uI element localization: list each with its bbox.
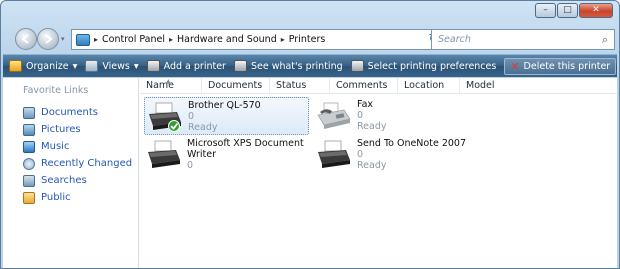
sidebar-item-label: Searches (41, 175, 87, 186)
chevron-down-icon: ▾ (72, 60, 78, 72)
sidebar-item-label: Music (41, 141, 70, 152)
fax-icon (317, 102, 351, 129)
printer-tile-microsoft-xps[interactable]: Microsoft XPS Document Writer 0 (144, 136, 309, 174)
sidebar-item-label: Pictures (41, 124, 81, 135)
see-printing-button[interactable]: See what's printing (233, 60, 343, 72)
printer-tile-send-to-onenote[interactable]: Send To OneNote 2007 0 Ready (314, 136, 479, 174)
favorite-links-title: Favorite Links (23, 85, 89, 96)
sidebar-item-music[interactable]: Music (23, 138, 132, 155)
delete-icon: ✕ (510, 59, 520, 73)
sidebar-item-label: Public (41, 192, 71, 203)
breadcrumb-control-panel[interactable]: Control Panel (102, 34, 165, 45)
search-placeholder: Search (438, 34, 471, 45)
printer-tile-text: Send To OneNote 2007 0 Ready (357, 138, 466, 171)
add-printer-button[interactable]: Add a printer (146, 60, 226, 72)
sidebar-item-recently-changed[interactable]: Recently Changed (23, 155, 132, 172)
printer-status: Ready (188, 122, 218, 133)
search-input[interactable]: Search ⌕ (431, 29, 615, 50)
printer-name: Microsoft XPS Document (187, 138, 304, 149)
organize-button[interactable]: Organize ▾ (9, 60, 77, 72)
documents-folder-icon (23, 106, 35, 119)
printer-name: Brother QL-570 (188, 100, 261, 111)
add-printer-icon (146, 60, 160, 72)
printer-icon (148, 140, 180, 168)
printer-name: Send To OneNote 2007 (357, 138, 466, 149)
printer-status: Ready (357, 160, 387, 171)
favorite-links-list: Documents Pictures Music Recently Change… (23, 104, 132, 206)
views-label: Views (102, 60, 130, 72)
content-area: Favorite Links Documents Pictures Music … (3, 78, 617, 268)
delete-printer-button[interactable]: ✕ Delete this printer (504, 57, 617, 75)
column-headers: ▲ Name Documents Status Comments Locatio… (140, 78, 617, 94)
command-toolbar: Organize ▾ Views ▾ Add a printer See wha… (3, 54, 617, 77)
printer-tile-fax[interactable]: Fax 0 Ready (314, 97, 479, 135)
breadcrumb-printers[interactable]: Printers (289, 34, 326, 45)
views-button[interactable]: Views ▾ (85, 60, 139, 72)
searches-folder-icon (23, 174, 35, 187)
printer-status: Ready (357, 121, 387, 132)
recently-changed-icon (23, 157, 35, 170)
printer-documents: 0 (357, 110, 364, 121)
breadcrumb-separator[interactable]: ▸ (281, 35, 285, 44)
printer-name-continued: Writer (187, 149, 216, 160)
control-panel-icon (76, 33, 90, 46)
maximize-button[interactable]: □ (557, 3, 578, 18)
navigation-bar: ▾ ▸ Control Panel ▸ Hardware and Sound ▸… (15, 28, 615, 52)
printer-tile-text: Fax 0 Ready (357, 99, 387, 132)
address-bar[interactable]: ▸ Control Panel ▸ Hardware and Sound ▸ P… (71, 29, 455, 50)
printer-documents: 0 (357, 149, 364, 160)
printer-tile-brother-ql-570[interactable]: Brother QL-570 0 Ready (144, 97, 309, 135)
caption-buttons: – □ ✕ (535, 3, 613, 18)
column-header-name[interactable]: ▲ Name (140, 78, 202, 94)
print-queue-icon (233, 60, 247, 72)
sidebar-item-pictures[interactable]: Pictures (23, 121, 132, 138)
breadcrumb-separator[interactable]: ▸ (169, 35, 173, 44)
column-header-location[interactable]: Location (398, 78, 460, 94)
search-icon[interactable]: ⌕ (602, 33, 608, 47)
back-arrow-icon (21, 34, 29, 44)
printer-icon (149, 102, 181, 132)
forward-button[interactable] (37, 28, 59, 50)
music-folder-icon (23, 140, 35, 153)
printer-list: ▲ Name Documents Status Comments Locatio… (140, 78, 617, 268)
sidebar-item-label: Recently Changed (41, 158, 133, 169)
printer-tile-text: Microsoft XPS Document Writer 0 (187, 138, 304, 171)
recent-pages-dropdown[interactable]: ▾ (61, 35, 65, 43)
close-button[interactable]: ✕ (579, 3, 613, 18)
navigation-pane: Favorite Links Documents Pictures Music … (3, 78, 139, 268)
pictures-folder-icon (23, 123, 35, 136)
views-icon (85, 60, 99, 72)
sidebar-item-documents[interactable]: Documents (23, 104, 132, 121)
printer-documents: 0 (188, 111, 195, 122)
printer-icon (318, 140, 350, 168)
select-preferences-label: Select printing preferences (367, 60, 497, 72)
printer-name: Fax (357, 99, 374, 110)
explorer-window: – □ ✕ ▾ ▸ Control Panel ▸ Hardware and S… (0, 0, 620, 269)
breadcrumb-hardware-and-sound[interactable]: Hardware and Sound (177, 34, 277, 45)
sidebar-item-public[interactable]: Public (23, 189, 132, 206)
add-printer-label: Add a printer (163, 60, 226, 72)
sidebar-item-searches[interactable]: Searches (23, 172, 132, 189)
organize-icon (9, 60, 22, 72)
printer-documents: 0 (187, 160, 194, 171)
select-preferences-button[interactable]: Select printing preferences (350, 60, 497, 72)
minimize-button[interactable]: – (535, 3, 556, 18)
see-printing-label: See what's printing (250, 60, 343, 72)
column-header-comments[interactable]: Comments (330, 78, 398, 94)
column-header-status[interactable]: Status (270, 78, 330, 94)
delete-printer-label: Delete this printer (523, 60, 611, 72)
chevron-down-icon: ▾ (133, 60, 139, 72)
sort-ascending-icon: ▲ (166, 78, 171, 85)
organize-label: Organize (26, 60, 69, 72)
breadcrumb-separator[interactable]: ▸ (94, 35, 98, 44)
printer-tile-text: Brother QL-570 0 Ready (188, 100, 261, 133)
preferences-icon (350, 60, 364, 72)
sidebar-item-label: Documents (41, 107, 99, 118)
column-header-documents[interactable]: Documents (202, 78, 270, 94)
back-button[interactable] (15, 28, 37, 50)
column-header-model[interactable]: Model (460, 78, 520, 94)
public-folder-icon (23, 191, 35, 204)
forward-arrow-icon (45, 34, 53, 44)
